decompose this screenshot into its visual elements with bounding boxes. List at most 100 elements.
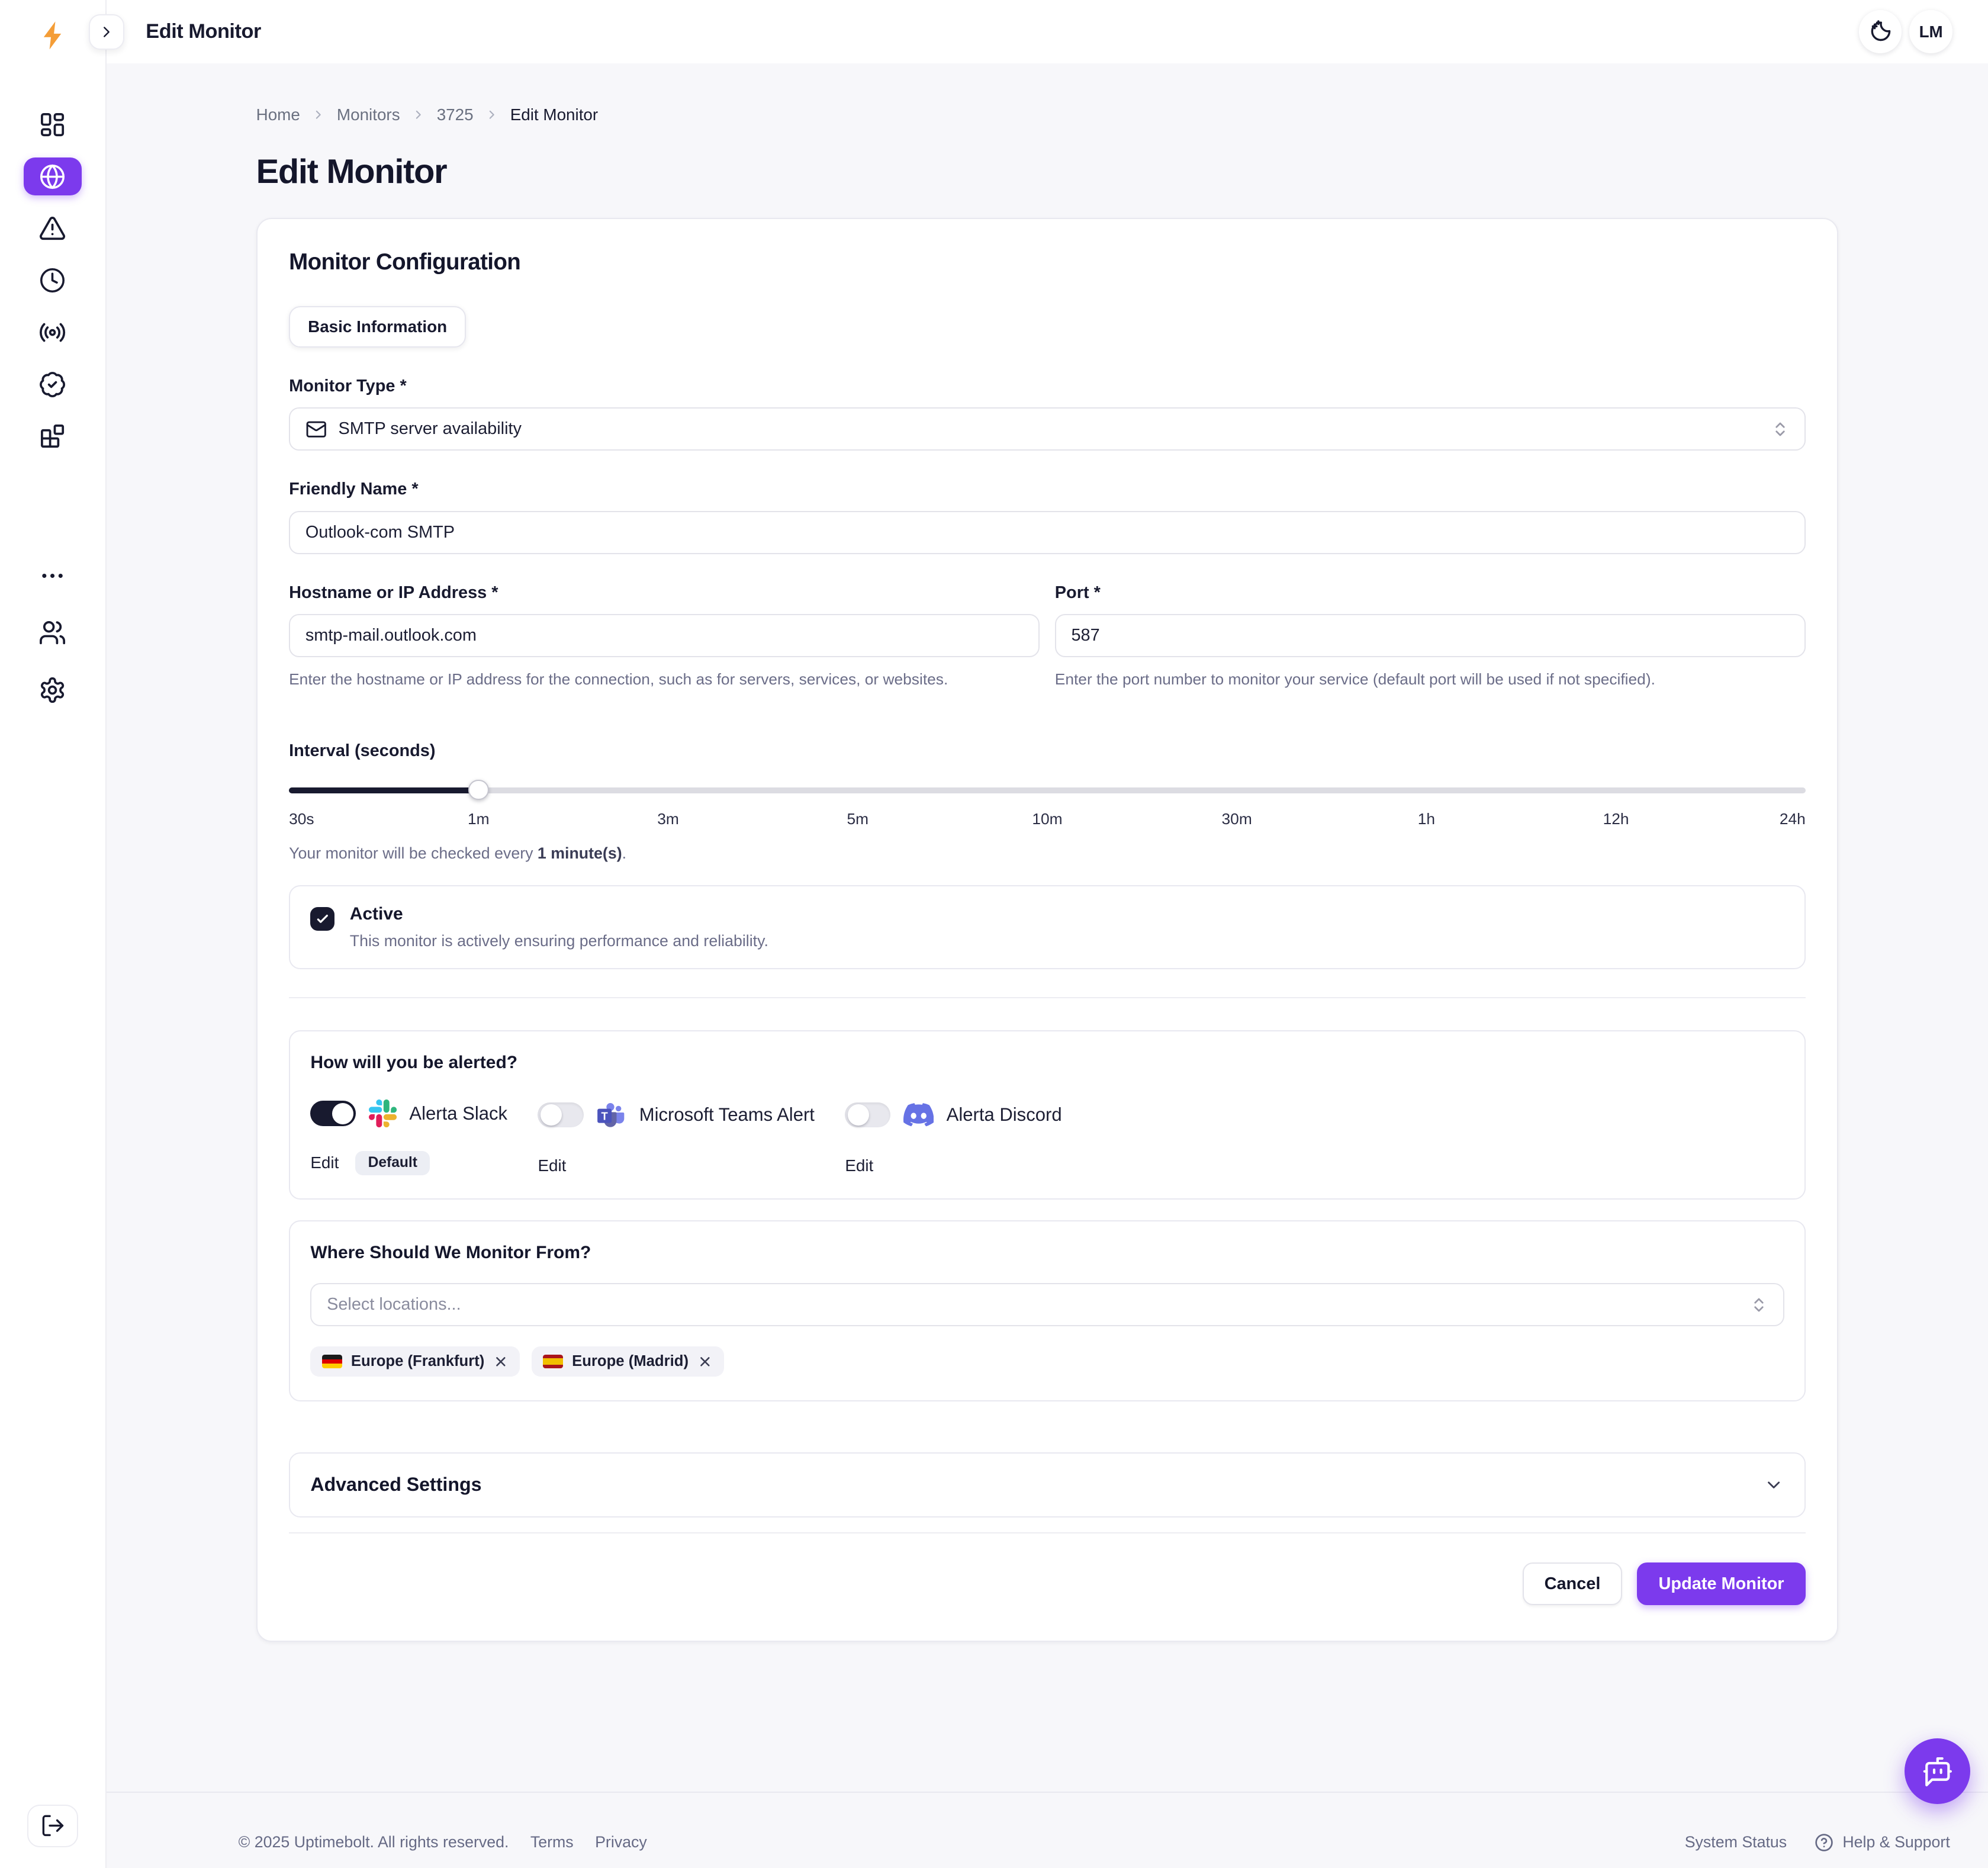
- sidebar-item-badge-check-icon[interactable]: [24, 365, 82, 403]
- tick-label: 30s: [289, 810, 314, 828]
- sidebar: [0, 0, 107, 1868]
- alert-label: Alerta Discord: [947, 1104, 1062, 1126]
- tick-label: 24h: [1780, 810, 1806, 828]
- help-support-link[interactable]: Help & Support: [1815, 1833, 1950, 1852]
- active-checkbox[interactable]: [310, 907, 334, 931]
- slack-edit-link[interactable]: Edit: [310, 1153, 339, 1172]
- advanced-settings-toggle[interactable]: Advanced Settings: [289, 1452, 1806, 1517]
- chevron-right-icon: [98, 23, 115, 41]
- chevrons-up-down-icon: [1750, 1296, 1768, 1314]
- chevrons-up-down-icon: [1771, 420, 1789, 438]
- slack-icon: [369, 1099, 397, 1127]
- footer: © 2025 Uptimebolt. All rights reserved. …: [107, 1792, 1988, 1867]
- theme-toggle-button[interactable]: [1859, 10, 1902, 53]
- system-status-link[interactable]: System Status: [1685, 1833, 1787, 1851]
- main-content: Home Monitors 3725 Edit Monitor Edit Mon…: [107, 63, 1988, 1867]
- monitor-type-value: SMTP server availability: [338, 419, 1759, 439]
- microsoft-teams-icon: T: [596, 1099, 626, 1130]
- divider: [289, 1532, 1806, 1533]
- discord-edit-link[interactable]: Edit: [845, 1156, 873, 1175]
- alert-item-slack: Alerta Slack Edit Default: [310, 1099, 507, 1179]
- app-root: Edit Monitor LM Home Monitors 3725: [0, 0, 1988, 1868]
- check-icon: [315, 911, 330, 927]
- interval-slider[interactable]: [289, 780, 1806, 800]
- teams-alert-toggle[interactable]: [538, 1102, 583, 1128]
- interval-helper-value: 1 minute(s): [538, 844, 622, 862]
- slider-thumb[interactable]: [468, 780, 488, 800]
- breadcrumb: Home Monitors 3725 Edit Monitor: [256, 105, 1839, 124]
- slack-alert-toggle[interactable]: [310, 1101, 356, 1126]
- card-title: Monitor Configuration: [289, 249, 1806, 275]
- location-chip-label: Europe (Madrid): [572, 1353, 689, 1370]
- alerts-box: How will you be alerted?: [289, 1030, 1806, 1200]
- page-title: Edit Monitor: [256, 152, 1839, 191]
- default-badge: Default: [355, 1151, 430, 1175]
- slider-track: [289, 787, 1806, 794]
- sidebar-item-alert-triangle-icon[interactable]: [24, 210, 82, 247]
- privacy-link[interactable]: Privacy: [595, 1833, 647, 1851]
- breadcrumb-separator-icon: [411, 108, 426, 122]
- teams-edit-link[interactable]: Edit: [538, 1156, 566, 1175]
- alert-item-discord: Alerta Discord Edit: [845, 1099, 1061, 1179]
- hostname-input[interactable]: [289, 614, 1040, 657]
- monitor-type-select[interactable]: SMTP server availability: [289, 407, 1806, 451]
- sidebar-item-users-icon[interactable]: [24, 614, 82, 652]
- breadcrumb-current: Edit Monitor: [510, 105, 598, 124]
- sidebar-item-radio-icon[interactable]: [24, 313, 82, 351]
- advanced-settings-title: Advanced Settings: [310, 1474, 481, 1496]
- chevron-down-icon: [1764, 1475, 1784, 1495]
- divider: [289, 997, 1806, 998]
- tick-label: 1h: [1418, 810, 1435, 828]
- user-avatar[interactable]: LM: [1909, 10, 1952, 53]
- update-monitor-button[interactable]: Update Monitor: [1637, 1562, 1805, 1605]
- sidebar-collapse-button[interactable]: [89, 14, 124, 50]
- locations-select[interactable]: Select locations...: [310, 1283, 1784, 1326]
- sidebar-item-clock-icon[interactable]: [24, 262, 82, 300]
- monitor-configuration-card: Monitor Configuration Basic Information …: [256, 218, 1839, 1642]
- sidebar-nav: [24, 105, 82, 455]
- port-label: Port *: [1055, 583, 1806, 603]
- sidebar-item-dashboard-icon[interactable]: [24, 105, 82, 143]
- slider-fill: [289, 787, 478, 794]
- chat-assistant-button[interactable]: [1905, 1738, 1970, 1804]
- friendly-name-label: Friendly Name *: [289, 480, 1806, 499]
- alerts-title: How will you be alerted?: [310, 1053, 1784, 1073]
- discord-icon: [903, 1099, 934, 1130]
- tick-label: 1m: [468, 810, 490, 828]
- sidebar-item-settings-gear-icon[interactable]: [24, 671, 82, 709]
- logout-button[interactable]: [27, 1805, 78, 1848]
- mail-icon: [305, 419, 327, 440]
- tick-label: 3m: [657, 810, 679, 828]
- circle-question-icon: [1815, 1833, 1833, 1852]
- terms-link[interactable]: Terms: [530, 1833, 574, 1851]
- germany-flag-icon: [322, 1355, 342, 1369]
- sidebar-item-monitors-globe-icon[interactable]: [24, 157, 82, 195]
- active-label: Active: [350, 904, 768, 924]
- discord-alert-toggle[interactable]: [845, 1102, 890, 1128]
- port-input[interactable]: [1055, 614, 1806, 657]
- logout-icon: [40, 1813, 66, 1838]
- breadcrumb-monitor-id[interactable]: 3725: [437, 105, 474, 124]
- sidebar-item-more-ellipsis-icon[interactable]: [24, 557, 82, 594]
- breadcrumb-separator-icon: [485, 108, 499, 122]
- alert-label: Microsoft Teams Alert: [639, 1104, 815, 1126]
- friendly-name-input[interactable]: [289, 511, 1806, 554]
- tick-label: 5m: [847, 810, 868, 828]
- location-chip-frankfurt: Europe (Frankfurt): [310, 1346, 520, 1376]
- tick-label: 10m: [1032, 810, 1062, 828]
- sidebar-item-blocks-icon[interactable]: [24, 417, 82, 455]
- help-support-label: Help & Support: [1842, 1833, 1950, 1851]
- tab-basic-information[interactable]: Basic Information: [289, 306, 466, 348]
- monitor-type-label: Monitor Type *: [289, 377, 1806, 396]
- locations-title: Where Should We Monitor From?: [310, 1243, 1784, 1263]
- interval-helper: Your monitor will be checked every 1 min…: [289, 844, 1806, 863]
- cancel-button[interactable]: Cancel: [1523, 1562, 1622, 1605]
- topbar: Edit Monitor LM: [0, 0, 1988, 63]
- breadcrumb-home[interactable]: Home: [256, 105, 300, 124]
- breadcrumb-separator-icon: [311, 108, 326, 122]
- sidebar-nav-secondary: [24, 557, 82, 709]
- location-chip-madrid: Europe (Madrid): [532, 1346, 724, 1376]
- breadcrumb-monitors[interactable]: Monitors: [337, 105, 400, 124]
- remove-chip-x-icon[interactable]: [493, 1354, 509, 1369]
- remove-chip-x-icon[interactable]: [697, 1354, 713, 1369]
